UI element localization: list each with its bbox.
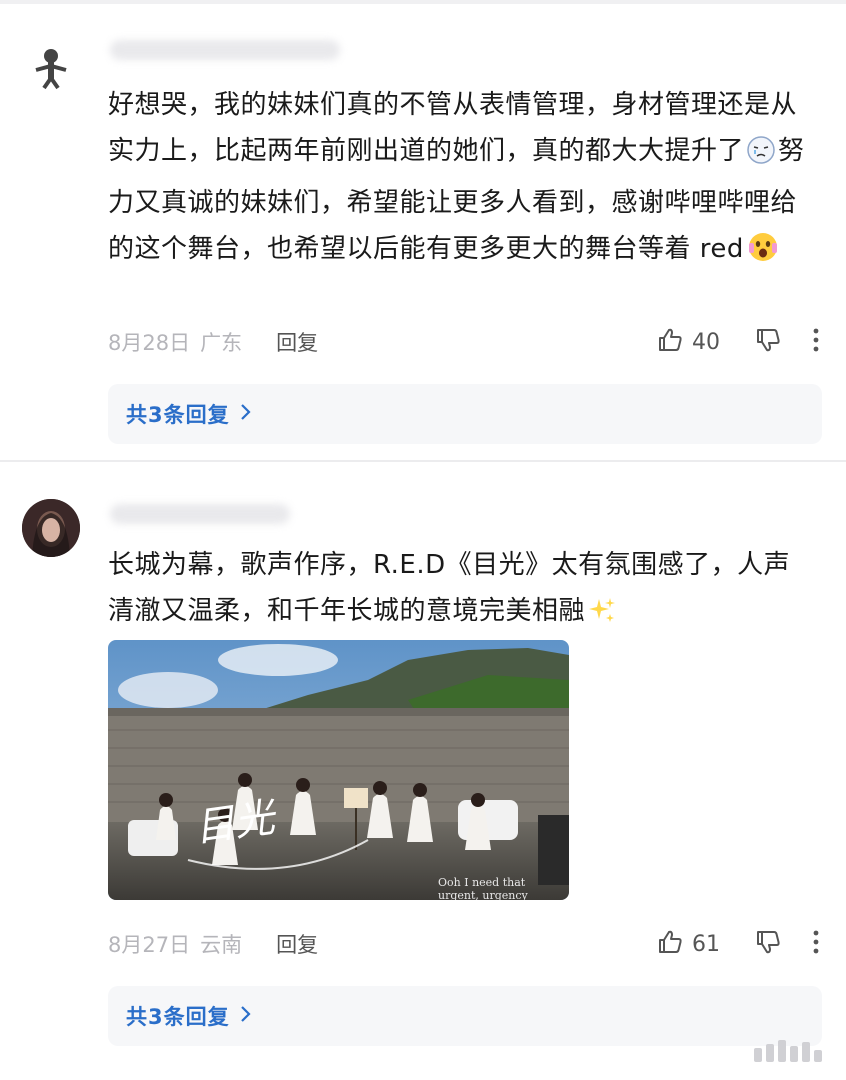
reply-button[interactable]: 回复 bbox=[276, 327, 318, 357]
more-vertical-icon[interactable] bbox=[812, 327, 820, 357]
chevron-right-icon bbox=[240, 402, 252, 426]
comment-actions: 40 bbox=[656, 327, 820, 357]
comment-item: 长城为幕，歌声作序，R.E.D《目光》太有氛围感了，人声清澈又温柔，和千年长城的… bbox=[0, 462, 846, 1062]
great-wall-photo bbox=[108, 640, 569, 900]
comment-actions: 61 bbox=[656, 929, 820, 959]
thumbs-up-icon[interactable] bbox=[656, 326, 684, 358]
sparkles-emoji-icon bbox=[587, 594, 617, 640]
comment-meta: 8月27日 云南 回复 bbox=[108, 929, 318, 959]
thumbs-down-icon[interactable] bbox=[754, 326, 782, 358]
comment-meta: 8月28日 广东 回复 bbox=[108, 327, 318, 357]
replies-count-label: 共3条回复 bbox=[126, 403, 230, 427]
reply-button[interactable]: 回复 bbox=[276, 929, 318, 959]
watermark-bars-icon bbox=[754, 1040, 822, 1062]
chevron-right-icon bbox=[240, 1004, 252, 1028]
like-count: 61 bbox=[692, 931, 720, 957]
more-vertical-icon[interactable] bbox=[812, 929, 820, 959]
username-blurred[interactable] bbox=[110, 504, 290, 524]
comment-text: 好想哭，我的妹妹们真的不管从表情管理，身材管理还是从实力上，比起两年前刚出道的她… bbox=[108, 82, 808, 278]
image-title-overlay: 目光 bbox=[191, 794, 278, 852]
view-replies-button[interactable]: 共3条回复 bbox=[108, 986, 822, 1046]
comment-date: 8月28日 bbox=[108, 331, 191, 355]
shocked-emoji-icon bbox=[746, 229, 780, 278]
thumbs-down-icon[interactable] bbox=[754, 928, 782, 960]
comment-region: 广东 bbox=[200, 331, 243, 355]
post-image[interactable]: 目光 Ooh I need that urgent, urgency bbox=[108, 640, 569, 900]
comment-text: 长城为幕，歌声作序，R.E.D《目光》太有氛围感了，人声清澈又温柔，和千年长城的… bbox=[108, 542, 808, 640]
view-replies-button[interactable]: 共3条回复 bbox=[108, 384, 822, 444]
avatar[interactable] bbox=[22, 38, 80, 96]
like-count: 40 bbox=[692, 329, 720, 355]
replies-count-label: 共3条回复 bbox=[126, 1005, 230, 1029]
comment-date: 8月27日 bbox=[108, 933, 191, 957]
image-caption: Ooh I need that urgent, urgency bbox=[438, 876, 528, 900]
avatar[interactable] bbox=[22, 499, 80, 557]
comment-region: 云南 bbox=[200, 933, 243, 957]
username-blurred[interactable] bbox=[110, 40, 340, 60]
crying-emoji-icon bbox=[746, 134, 776, 180]
comment-item: 好想哭，我的妹妹们真的不管从表情管理，身材管理还是从实力上，比起两年前刚出道的她… bbox=[0, 0, 846, 462]
thumbs-up-icon[interactable] bbox=[656, 928, 684, 960]
